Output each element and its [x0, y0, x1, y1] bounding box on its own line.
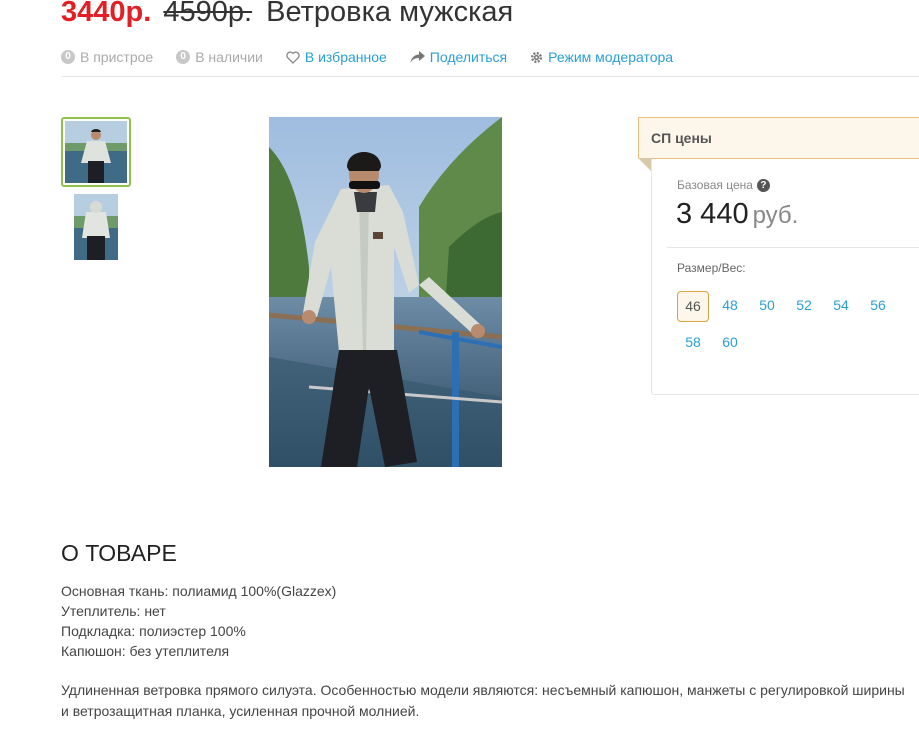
stock-count-badge: 0 — [176, 50, 191, 64]
prices-panel-title: СП цены — [638, 117, 919, 159]
in-stock-button[interactable]: 0 В наличии — [176, 49, 263, 65]
moderator-mode-label: Режим модератора — [548, 49, 674, 65]
thumbnail-back[interactable] — [74, 194, 118, 260]
product-name: Ветровка мужская — [266, 0, 514, 28]
product-properties: Основная ткань: полиамид 100%(Glazzex) У… — [61, 581, 336, 661]
property-lining: Подкладка: полиэстер 100% — [61, 623, 246, 639]
main-product-photo[interactable] — [268, 117, 503, 467]
size-option[interactable]: 50 — [751, 291, 783, 322]
size-option[interactable]: 58 — [677, 328, 709, 359]
thumbnail-front[interactable] — [61, 117, 131, 187]
size-option[interactable]: 60 — [714, 328, 746, 359]
panel-separator — [667, 247, 919, 248]
size-option[interactable]: 56 — [862, 291, 894, 322]
base-price-currency: руб. — [752, 202, 799, 229]
property-hood: Капюшон: без утеплителя — [61, 643, 230, 659]
base-price-label-row: Базовая цена ? — [677, 178, 770, 192]
moderator-mode-button[interactable]: Режим модератора — [530, 49, 673, 65]
share-button[interactable]: Поделиться — [410, 49, 507, 65]
favorites-label: В избранное — [304, 49, 387, 65]
size-option[interactable]: 46 — [677, 291, 709, 322]
property-fabric: Основная ткань: полиамид 100%(Glazzex) — [61, 583, 337, 599]
product-title-row: 3440р. 4590р. Ветровка мужская — [61, 0, 513, 32]
in-stock-label: В наличии — [195, 49, 263, 65]
share-arrow-icon — [410, 51, 425, 63]
base-price: 3 440 руб. — [676, 198, 798, 231]
size-option[interactable]: 54 — [825, 291, 857, 322]
add-to-favorites-button[interactable]: В избранное — [286, 49, 387, 65]
size-option[interactable]: 52 — [788, 291, 820, 322]
size-option[interactable]: 48 — [714, 291, 746, 322]
about-section-title: О ТОВАРЕ — [61, 540, 177, 566]
product-description: Удлиненная ветровка прямого силуэта. Осо… — [61, 682, 905, 719]
current-price: 3440р. — [61, 0, 152, 28]
base-price-value: 3 440 — [676, 198, 749, 230]
share-label: Поделиться — [429, 49, 508, 65]
header-divider — [61, 76, 919, 77]
help-icon[interactable]: ? — [756, 178, 770, 192]
property-insulation: Утеплитель: нет — [61, 603, 166, 619]
ribbon-fold — [638, 158, 651, 171]
pristroy-label: В пристрое — [80, 49, 154, 65]
pristroy-count-badge: 0 — [61, 50, 75, 64]
base-price-label: Базовая цена — [677, 178, 753, 192]
gear-icon — [530, 51, 543, 64]
old-price: 4590р. — [163, 0, 253, 28]
product-actions: 0 В пристрое 0 В наличии В избранное Под… — [61, 49, 696, 65]
pristroy-button[interactable]: 0 В пристрое — [61, 49, 153, 65]
heart-icon — [286, 50, 300, 64]
size-label: Размер/Вес: — [677, 261, 746, 275]
